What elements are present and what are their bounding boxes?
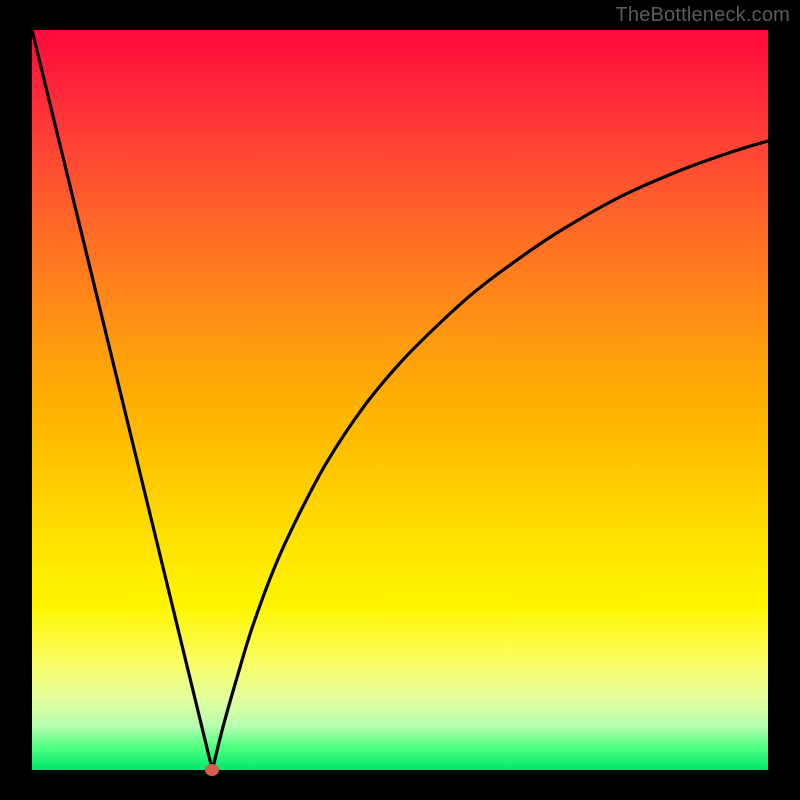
chart-stage: TheBottleneck.com [0, 0, 800, 800]
curve-left-branch [32, 30, 212, 770]
minimum-point-marker [205, 764, 219, 776]
watermark-text: TheBottleneck.com [615, 4, 790, 27]
curve-right-branch [212, 141, 768, 770]
plot-area [32, 30, 768, 770]
curve-svg [32, 30, 768, 770]
